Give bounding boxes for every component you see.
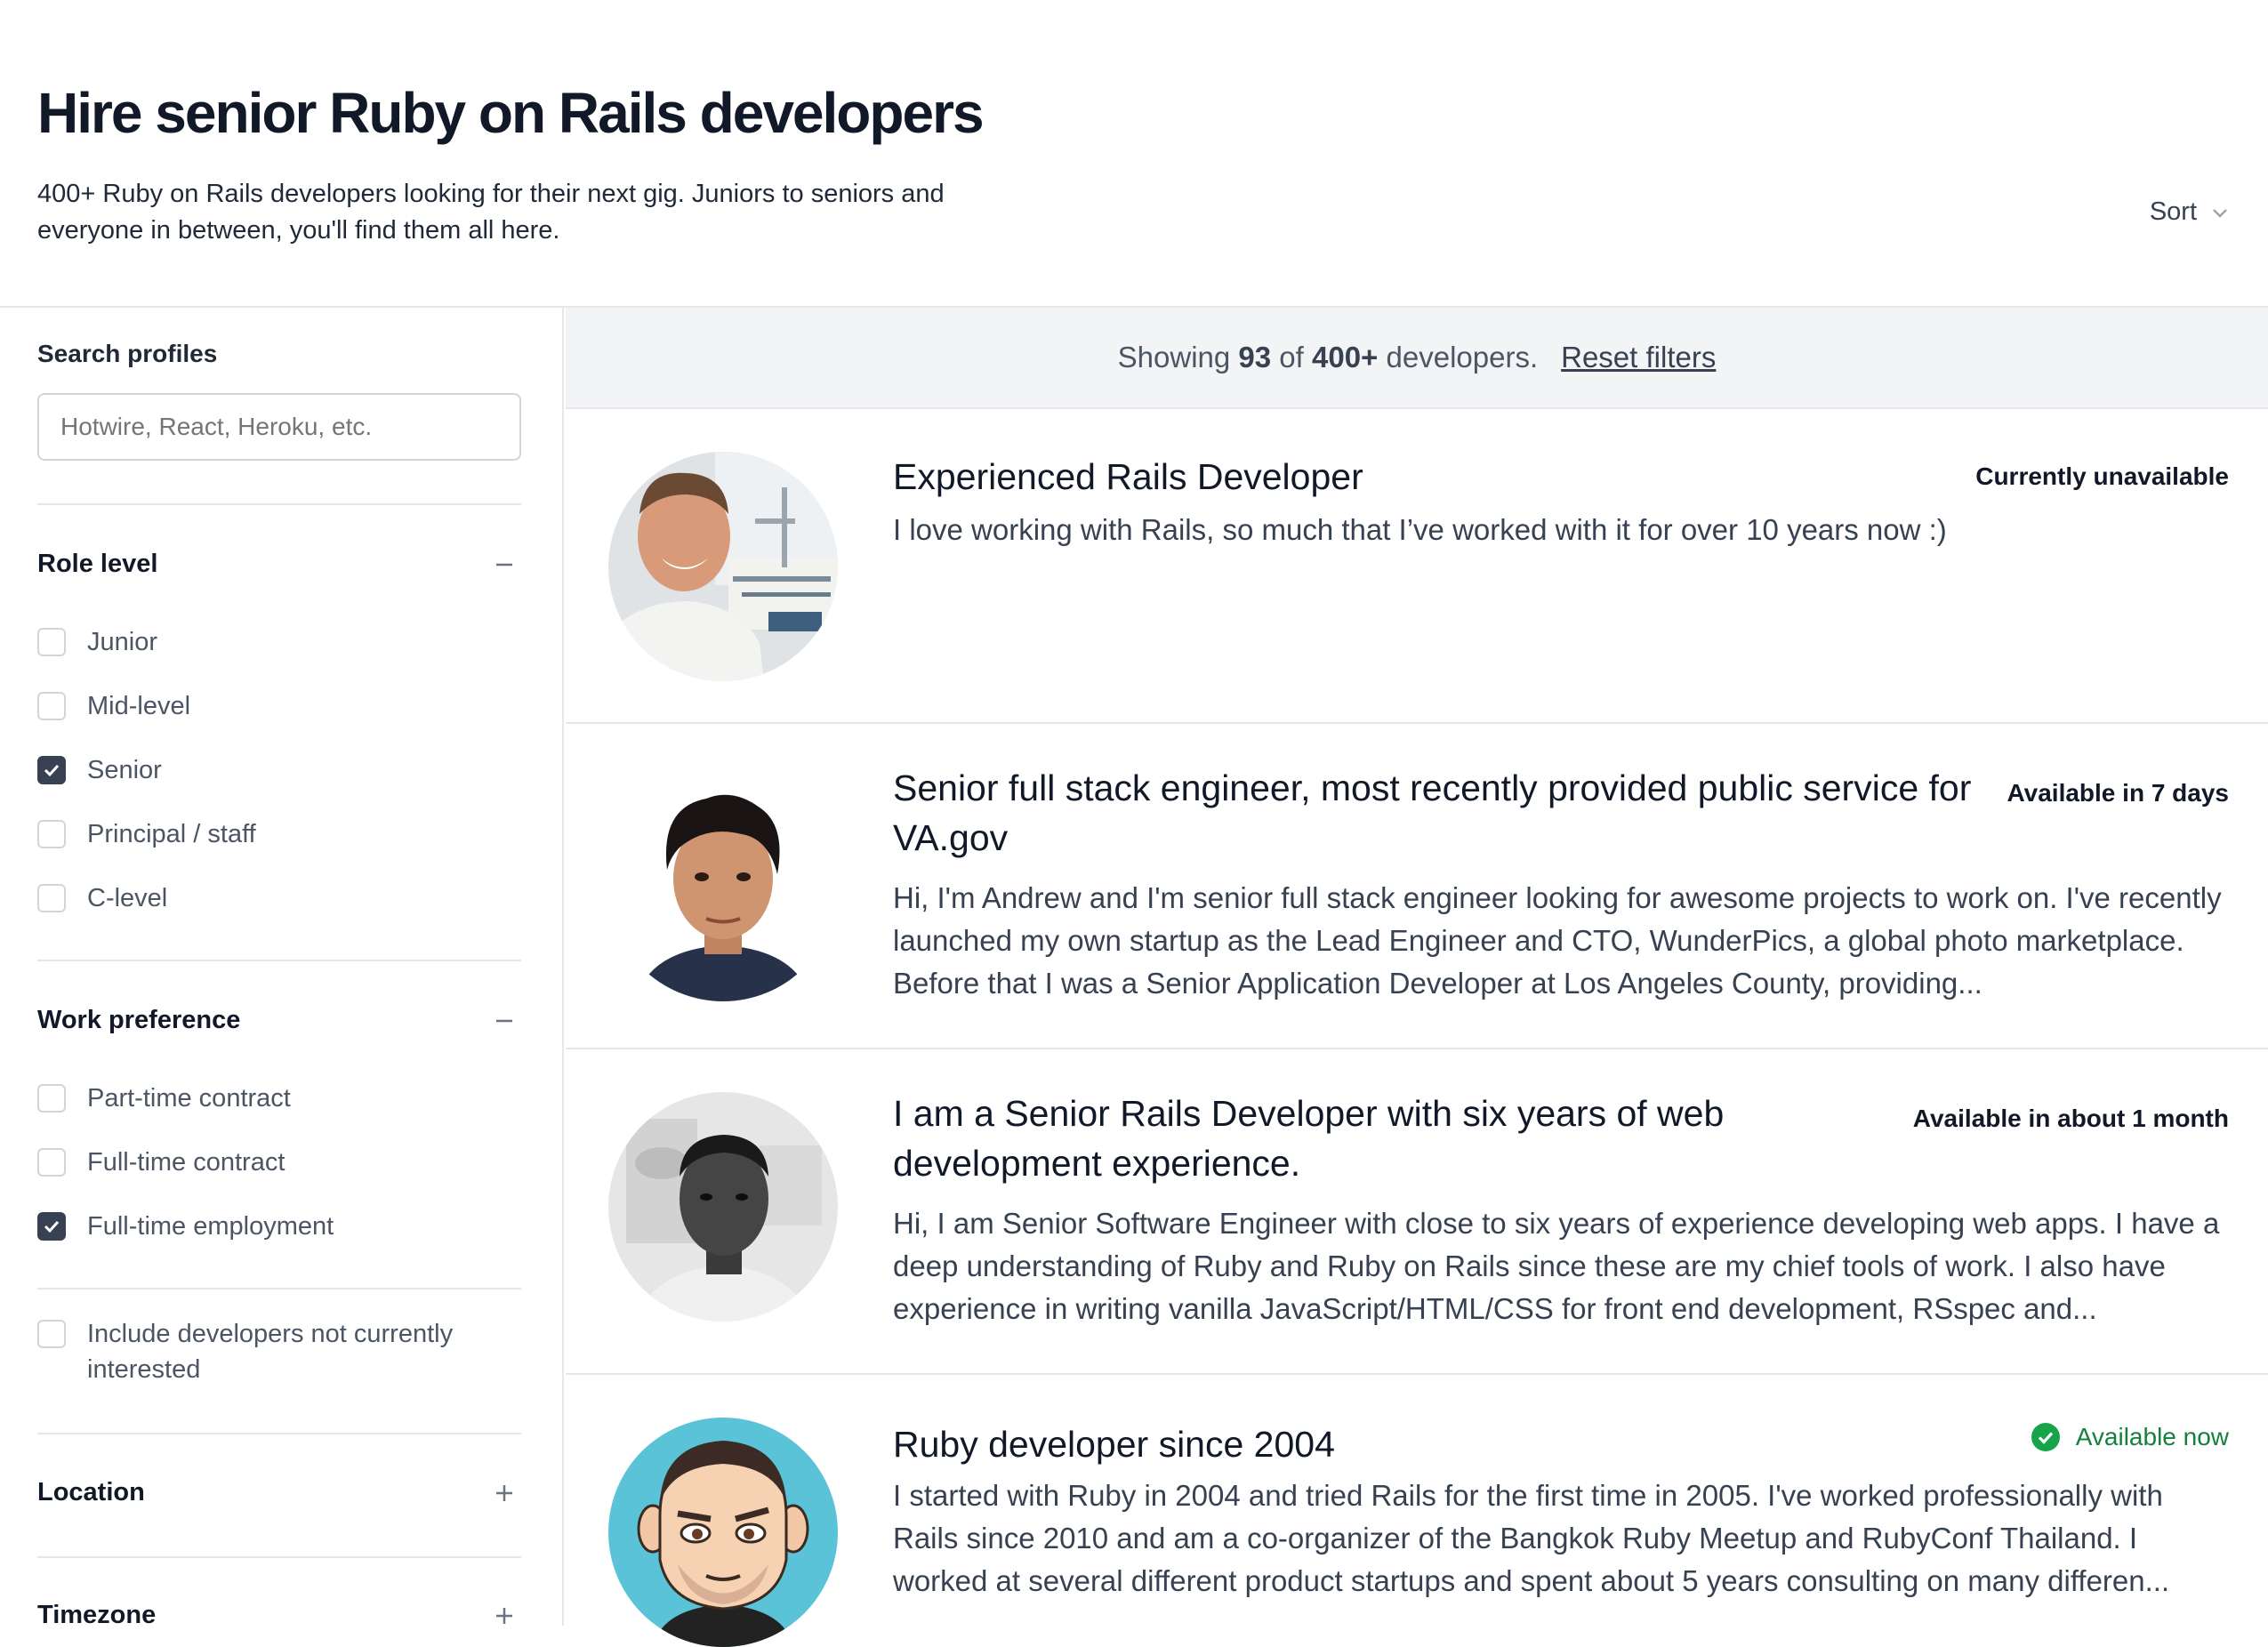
checkbox[interactable] bbox=[37, 820, 66, 848]
summary-prefix: Showing bbox=[1117, 341, 1231, 374]
avatar bbox=[608, 772, 838, 1001]
plus-icon[interactable] bbox=[495, 1606, 514, 1626]
shown-count: 93 bbox=[1238, 341, 1272, 374]
divider bbox=[37, 1288, 521, 1289]
search-input[interactable] bbox=[37, 393, 521, 461]
developer-description: I started with Ruby in 2004 and tried Ra… bbox=[893, 1479, 2170, 1597]
checkbox[interactable] bbox=[37, 692, 66, 720]
developer-card[interactable]: Experienced Rails Developer Currently un… bbox=[566, 409, 2268, 724]
reset-filters-link[interactable]: Reset filters bbox=[1561, 341, 1716, 374]
developer-card[interactable]: I am a Senior Rails Developer with six y… bbox=[566, 1049, 2268, 1375]
role-senior-option[interactable]: Senior bbox=[37, 752, 162, 788]
availability-status: Available in 7 days bbox=[2007, 779, 2229, 807]
divider bbox=[37, 1556, 521, 1558]
minus-icon[interactable] bbox=[495, 1011, 514, 1031]
results-summary: Showing 93 of 400+ developers. Reset fil… bbox=[566, 308, 2268, 409]
availability-status: Available in about 1 month bbox=[1913, 1105, 2229, 1133]
option-label: Junior bbox=[87, 628, 157, 656]
checkbox[interactable] bbox=[37, 1320, 66, 1348]
checkbox-checked[interactable] bbox=[37, 756, 66, 784]
availability-status: Available now bbox=[2031, 1423, 2229, 1451]
work-preference-title: Work preference bbox=[37, 1006, 241, 1034]
developer-description: Hi, I am Senior Software Engineer with c… bbox=[893, 1207, 2220, 1325]
filter-sidebar: Search profiles Role level Junior Mid-le… bbox=[0, 308, 564, 1629]
status-label: Available in 7 days bbox=[2007, 779, 2229, 807]
check-circle-icon bbox=[2031, 1423, 2060, 1451]
option-label: Include developers not currently interes… bbox=[87, 1320, 454, 1384]
developer-description: Hi, I'm Andrew and I'm senior full stack… bbox=[893, 881, 2222, 1000]
page-subtitle: 400+ Ruby on Rails developers looking fo… bbox=[37, 180, 945, 245]
checkbox[interactable] bbox=[37, 1084, 66, 1113]
timezone-title[interactable]: Timezone bbox=[37, 1601, 156, 1630]
developer-title[interactable]: I am a Senior Rails Developer with six y… bbox=[893, 1089, 1818, 1188]
part-time-contract-option[interactable]: Part-time contract bbox=[37, 1081, 291, 1116]
option-label: Full-time contract bbox=[87, 1148, 286, 1177]
status-label: Currently unavailable bbox=[1975, 462, 2229, 490]
check-icon bbox=[44, 1220, 60, 1233]
option-label: Senior bbox=[87, 756, 162, 784]
role-principal-option[interactable]: Principal / staff bbox=[37, 816, 256, 852]
role-mid-level-option[interactable]: Mid-level bbox=[37, 688, 190, 724]
sort-dropdown[interactable]: Sort bbox=[2150, 197, 2231, 227]
option-label: Part-time contract bbox=[87, 1084, 291, 1113]
checkbox[interactable] bbox=[37, 884, 66, 912]
include-not-interested-option[interactable]: Include developers not currently interes… bbox=[37, 1316, 518, 1387]
checkbox[interactable] bbox=[37, 1148, 66, 1177]
sort-label: Sort bbox=[2149, 197, 2197, 226]
status-label: Available now bbox=[2075, 1423, 2229, 1450]
developer-title[interactable]: Ruby developer since 2004 bbox=[893, 1419, 1335, 1469]
developer-description: I love working with Rails, so much that … bbox=[893, 513, 1947, 546]
developer-results: Showing 93 of 400+ developers. Reset fil… bbox=[566, 308, 2268, 1647]
checkbox[interactable] bbox=[37, 628, 66, 656]
plus-icon[interactable] bbox=[495, 1483, 514, 1503]
developer-card[interactable]: Ruby developer since 2004 Available now … bbox=[566, 1375, 2268, 1647]
full-time-contract-option[interactable]: Full-time contract bbox=[37, 1145, 285, 1180]
developer-title[interactable]: Experienced Rails Developer bbox=[893, 452, 1363, 502]
role-c-level-option[interactable]: C-level bbox=[37, 880, 167, 916]
total-count: 400+ bbox=[1312, 341, 1379, 374]
avatar bbox=[608, 452, 838, 681]
availability-status: Currently unavailable bbox=[1975, 462, 2229, 491]
summary-suffix: developers. bbox=[1386, 341, 1539, 374]
option-label: Full-time employment bbox=[87, 1212, 334, 1241]
developer-title[interactable]: Senior full stack engineer, most recentl… bbox=[893, 763, 1987, 863]
developer-card[interactable]: Senior full stack engineer, most recentl… bbox=[566, 724, 2268, 1049]
location-title[interactable]: Location bbox=[37, 1478, 145, 1507]
divider bbox=[37, 503, 521, 505]
divider bbox=[37, 1433, 521, 1434]
status-label: Available in about 1 month bbox=[1912, 1105, 2229, 1132]
checkbox-checked[interactable] bbox=[37, 1212, 66, 1241]
avatar bbox=[608, 1092, 838, 1322]
avatar bbox=[608, 1418, 838, 1647]
minus-icon[interactable] bbox=[495, 555, 514, 574]
option-label: C-level bbox=[87, 884, 168, 912]
full-time-employment-option[interactable]: Full-time employment bbox=[37, 1209, 334, 1244]
role-level-title: Role level bbox=[37, 550, 158, 578]
summary-of: of bbox=[1279, 341, 1304, 374]
page-header: Hire senior Ruby on Rails developers 400… bbox=[0, 0, 2268, 307]
page-title: Hire senior Ruby on Rails developers bbox=[37, 81, 985, 145]
option-label: Principal / staff bbox=[87, 820, 256, 848]
search-label: Search profiles bbox=[37, 340, 218, 367]
divider bbox=[37, 960, 521, 961]
check-icon bbox=[44, 764, 60, 777]
option-label: Mid-level bbox=[87, 692, 191, 720]
role-junior-option[interactable]: Junior bbox=[37, 624, 157, 660]
chevron-down-icon bbox=[2213, 208, 2227, 218]
